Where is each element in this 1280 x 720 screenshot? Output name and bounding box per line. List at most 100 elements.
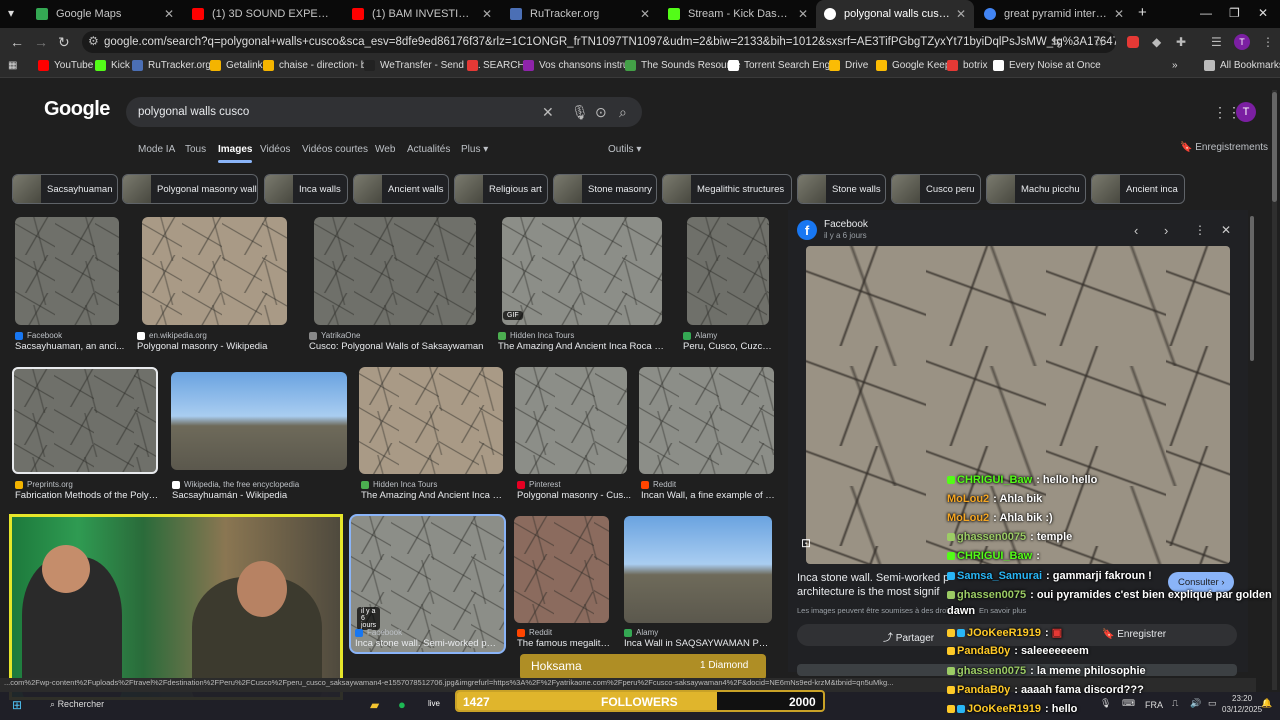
close-tab-icon[interactable]: ✕ xyxy=(798,7,808,21)
result-image[interactable] xyxy=(502,217,662,325)
save-button[interactable]: 🔖 Enregistrer xyxy=(1102,629,1166,640)
apps-grid-icon[interactable]: ▦ xyxy=(8,60,17,71)
browser-tab[interactable]: RuTracker.org ✕ xyxy=(502,0,658,28)
result-caption[interactable]: Peru, Cusco, Cuzco,... xyxy=(683,341,775,352)
tab-images[interactable]: Images xyxy=(218,144,253,163)
result-caption[interactable]: The Amazing And Ancient Inca Roca Poly..… xyxy=(498,341,668,352)
google-avatar[interactable]: T xyxy=(1236,102,1256,122)
clear-search-icon[interactable]: ✕ xyxy=(542,104,554,121)
search-icon[interactable]: ⌕ xyxy=(619,104,627,121)
tab-plus[interactable]: Plus ▾ xyxy=(461,144,488,155)
result-image[interactable] xyxy=(515,367,627,474)
close-window-icon[interactable]: ✕ xyxy=(1258,6,1268,20)
chip-sacsayhuaman[interactable]: Sacsayhuaman xyxy=(12,174,118,204)
battery-icon[interactable]: ▭ xyxy=(1208,698,1217,709)
lens-icon[interactable]: ⊙ xyxy=(595,104,607,121)
taskbar-search[interactable]: ⌕ Rechercher xyxy=(50,699,104,710)
chip-megalithic-structures[interactable]: Megalithic structures xyxy=(662,174,792,204)
google-logo[interactable]: Google xyxy=(44,98,110,121)
next-icon[interactable]: › xyxy=(1164,223,1168,238)
bookmark-getalink[interactable]: Getalink xyxy=(210,60,263,71)
chip-ancient-walls[interactable]: Ancient walls xyxy=(353,174,449,204)
file-explorer-icon[interactable]: ▰ xyxy=(370,698,379,712)
media-control-icon[interactable]: ☰ xyxy=(1211,35,1222,49)
result-caption[interactable]: The famous megalith... xyxy=(517,638,613,649)
chip-machu-picchu[interactable]: Machu picchu xyxy=(986,174,1086,204)
saved-button[interactable]: 🔖 Enregistrements xyxy=(1180,142,1268,153)
microphone-tray-icon[interactable]: 🎙 xyxy=(1100,698,1111,709)
tools-button[interactable]: Outils ▾ xyxy=(608,144,641,155)
tab-videos[interactable]: Vidéos xyxy=(260,144,290,155)
bookmark-chansons[interactable]: Vos chansons instru... xyxy=(523,60,637,71)
chip-inca-walls[interactable]: Inca walls xyxy=(264,174,348,204)
result-image[interactable] xyxy=(12,367,158,474)
bookmark-search[interactable]: SEARCH xyxy=(467,60,525,71)
preview-source[interactable]: Facebook xyxy=(824,219,868,230)
preview-scrollbar-thumb[interactable] xyxy=(1250,216,1254,361)
microphone-icon[interactable]: 🎙 xyxy=(571,104,589,121)
result-caption[interactable]: Cusco: Polygonal Walls of Saksaywaman xyxy=(309,341,484,352)
site-info-icon[interactable]: ⚙ xyxy=(88,34,99,48)
network-icon[interactable]: ⎍ xyxy=(1172,698,1178,709)
extension-icon[interactable]: ◆ xyxy=(1152,35,1161,49)
adblock-extension-icon[interactable] xyxy=(1127,36,1139,48)
browser-tab[interactable]: Stream - Kick Dashboard ✕ xyxy=(660,0,816,28)
close-tab-icon[interactable]: ✕ xyxy=(482,7,492,21)
volume-icon[interactable]: 🔊 xyxy=(1190,698,1201,709)
bookmark-star-icon[interactable]: ☆ xyxy=(1094,35,1105,49)
browser-tab-active[interactable]: polygonal walls cusco - Recher ✕ xyxy=(816,0,974,28)
result-image[interactable] xyxy=(314,217,476,325)
previous-icon[interactable]: ‹ xyxy=(1134,223,1138,238)
tab-videos-courtes[interactable]: Vidéos courtes xyxy=(302,144,368,155)
zoom-icon[interactable]: ⌕ xyxy=(1073,35,1080,50)
result-image[interactable] xyxy=(171,372,347,470)
share-button[interactable]: ⤴ Partager xyxy=(883,629,934,644)
close-tab-icon[interactable]: ✕ xyxy=(1114,7,1124,21)
result-caption[interactable]: The Amazing And Ancient Inca R... xyxy=(361,490,506,501)
bookmark-botrix[interactable]: botrix xyxy=(947,60,987,71)
clock-time[interactable]: 23:20 xyxy=(1232,694,1252,703)
tab-web[interactable]: Web xyxy=(375,144,395,155)
browser-tab[interactable]: (1) 3D SOUND EXPERIENCE IN xyxy=(184,0,340,28)
bookmark-drive[interactable]: Drive xyxy=(829,60,868,71)
restore-icon[interactable]: ❐ xyxy=(1229,6,1240,20)
bookmark-kick[interactable]: Kick xyxy=(95,60,130,71)
result-caption[interactable]: Sacsayhuamán - Wikipedia xyxy=(172,490,348,501)
browser-tab[interactable]: (1) BAM INVESTIGATIONS - JAV ✕ xyxy=(344,0,500,28)
result-image[interactable] xyxy=(687,217,769,325)
more-bookmarks-icon[interactable]: » xyxy=(1172,60,1178,71)
result-image[interactable] xyxy=(639,367,774,474)
result-image[interactable] xyxy=(514,516,609,623)
browser-tab[interactable]: great pyramid interior king cha ✕ xyxy=(976,0,1132,28)
learn-more-link[interactable]: En savoir plus xyxy=(979,606,1026,615)
result-image[interactable] xyxy=(15,217,119,325)
result-caption[interactable]: Sacsayhuaman, an anci... xyxy=(15,341,125,352)
bookmark-youtube[interactable]: YouTube xyxy=(38,60,93,71)
language-indicator[interactable]: FRA xyxy=(1145,700,1163,710)
all-bookmarks[interactable]: All Bookmarks xyxy=(1204,60,1280,71)
chip-polygonal-masonry-wall[interactable]: Polygonal masonry wall xyxy=(122,174,258,204)
address-bar[interactable]: ⚙ google.com/search?q=polygonal+walls+cu… xyxy=(82,31,1116,53)
new-tab-button[interactable]: + xyxy=(1138,4,1147,21)
result-caption[interactable]: Inca Wall in SAQSAYWAMAN Peru ... xyxy=(624,638,772,649)
keyboard-tray-icon[interactable]: ⌨ xyxy=(1122,698,1135,709)
search-input[interactable]: polygonal walls cusco xyxy=(126,97,642,127)
translate-icon[interactable]: ⇆ xyxy=(1051,35,1061,49)
tab-search-icon[interactable]: ▾ xyxy=(8,6,14,20)
result-caption[interactable]: Inca stone wall. Semi-worked polig... xyxy=(355,638,500,649)
result-image[interactable] xyxy=(142,217,287,325)
tab-actualites[interactable]: Actualités xyxy=(407,144,450,155)
tab-tous[interactable]: Tous xyxy=(185,144,206,155)
back-icon[interactable]: ← xyxy=(10,34,24,50)
bookmark-wetransfer[interactable]: WeTransfer - Send L... xyxy=(364,60,481,71)
close-tab-icon[interactable]: ✕ xyxy=(956,7,966,21)
chip-cusco-peru[interactable]: Cusco peru xyxy=(891,174,981,204)
page-scrollbar-thumb[interactable] xyxy=(1272,92,1277,202)
windows-start-icon[interactable]: ⊞ xyxy=(12,698,22,712)
browser-tab[interactable]: Google Maps ✕ xyxy=(28,0,182,28)
bookmark-rutracker[interactable]: RuTracker.org xyxy=(132,60,211,71)
chip-stone-masonry[interactable]: Stone masonry xyxy=(553,174,657,204)
more-options-icon[interactable]: ⋮ xyxy=(1194,223,1206,237)
bookmark-sounds-resource[interactable]: The Sounds Resource xyxy=(625,60,741,71)
result-caption[interactable]: Polygonal masonry - Cus... xyxy=(517,490,632,501)
